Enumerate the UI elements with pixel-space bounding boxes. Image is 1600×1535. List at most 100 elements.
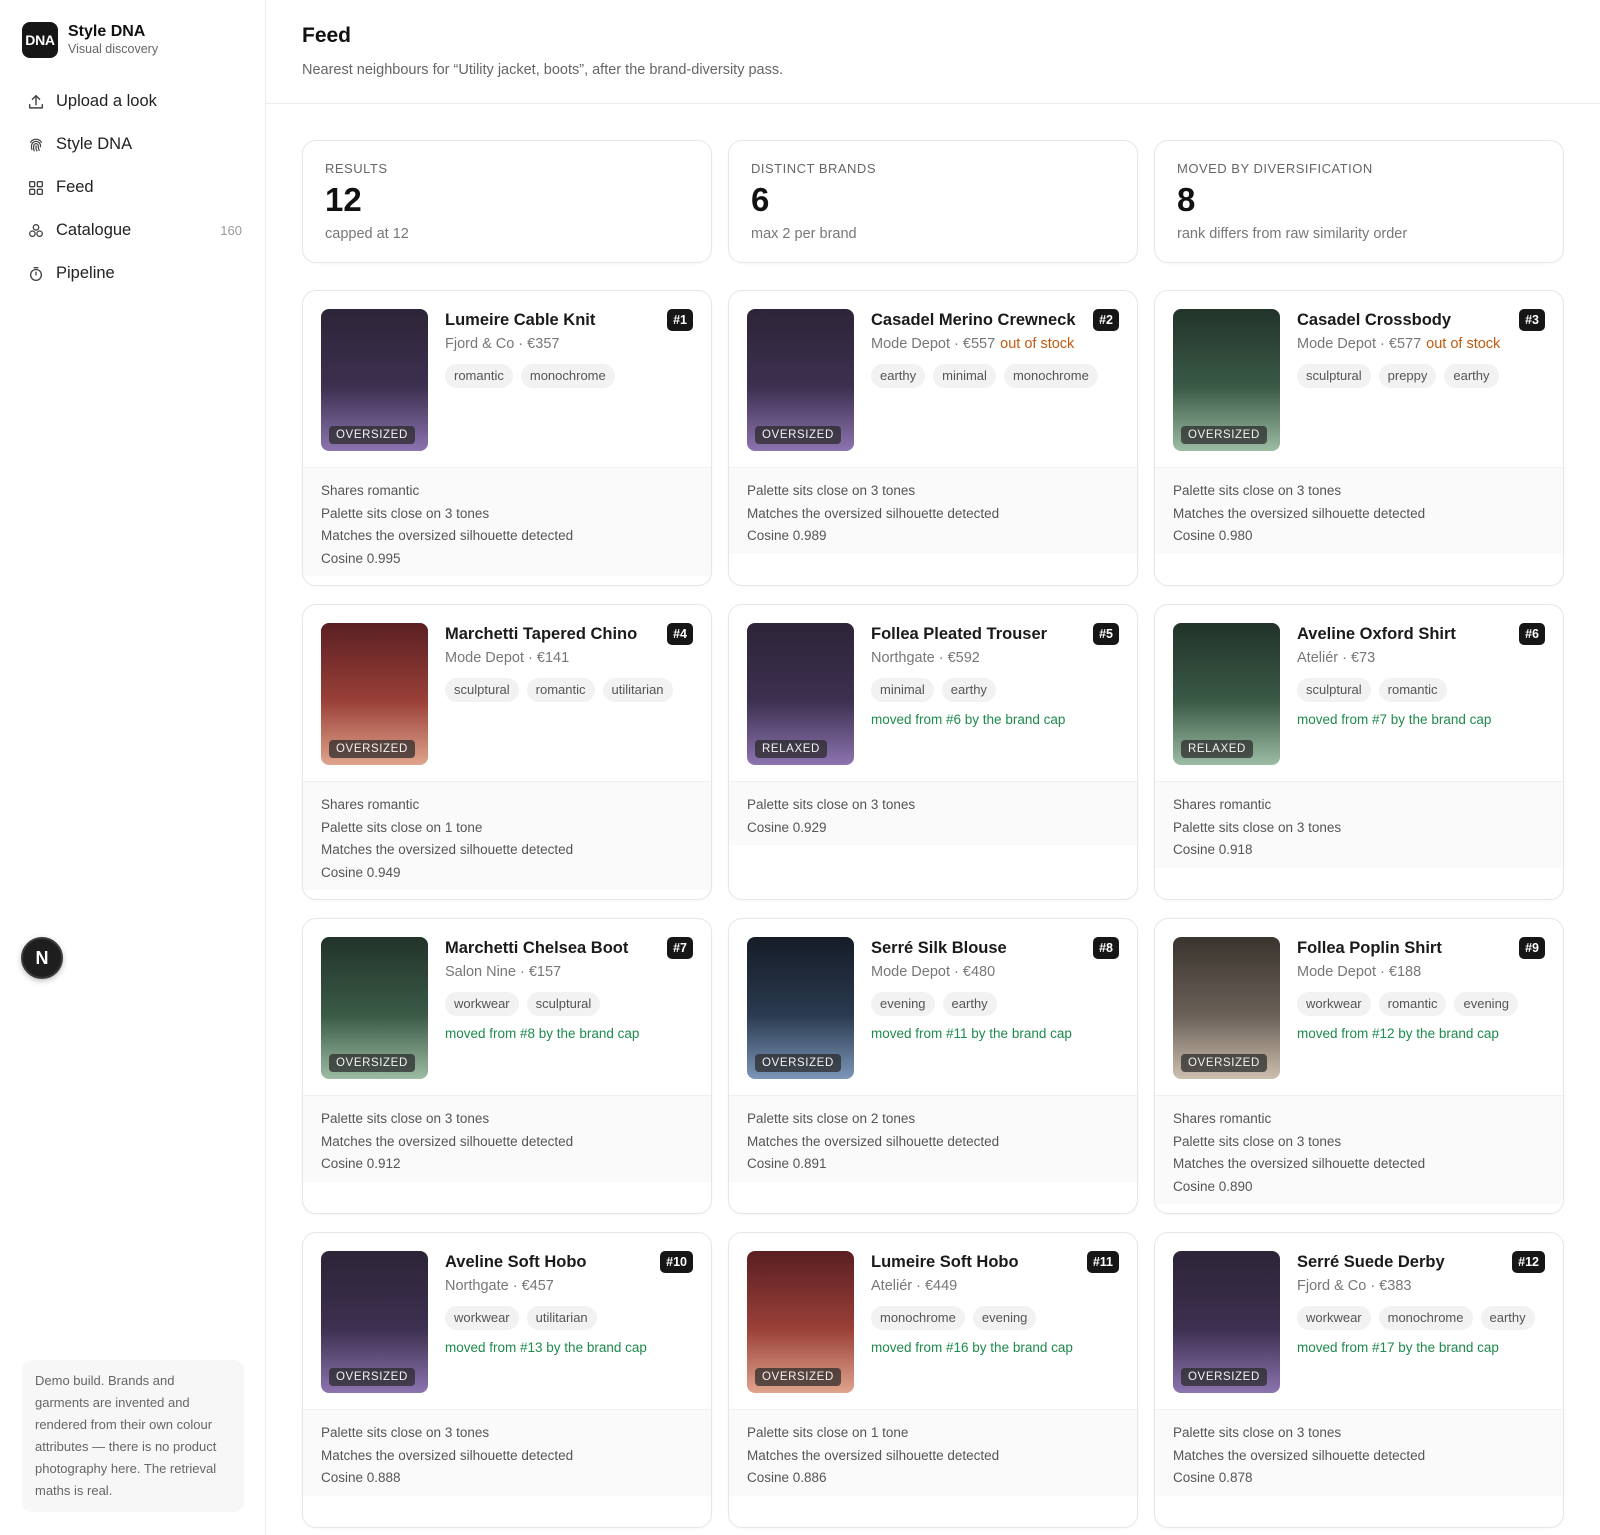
fit-badge: OVERSIZED bbox=[329, 740, 415, 758]
product-meta: Mode Depot · €577 bbox=[1297, 336, 1422, 352]
fit-badge: RELAXED bbox=[755, 740, 827, 758]
match-reason: Shares romantic bbox=[1173, 1111, 1272, 1126]
product-card[interactable]: OVERSIZED Casadel Merino Crewneck #2 Mod… bbox=[728, 290, 1138, 586]
demo-note: Demo build. Brands and garments are inve… bbox=[22, 1360, 244, 1512]
sidebar-item-catalogue[interactable]: Catalogue 160 bbox=[16, 209, 252, 252]
product-title: Casadel Merino Crewneck bbox=[871, 311, 1076, 329]
product-card[interactable]: OVERSIZED Serré Silk Blouse #8 Mode Depo… bbox=[728, 918, 1138, 1214]
style-tag: monochrome bbox=[1378, 1306, 1473, 1330]
match-reason: Palette sits close on 3 tones bbox=[1173, 1425, 1342, 1440]
sidebar-item-label: Style DNA bbox=[56, 135, 133, 153]
match-reason: Palette sits close on 1 tone bbox=[321, 819, 483, 835]
match-reason: Cosine 0.989 bbox=[747, 528, 827, 543]
product-title: Follea Pleated Trouser bbox=[871, 625, 1048, 643]
match-reason: Matches the oversized silhouette detecte… bbox=[321, 528, 574, 543]
stat-note: max 2 per brand bbox=[751, 226, 857, 242]
product-swatch: OVERSIZED bbox=[321, 1251, 428, 1393]
sidebar-item-feed[interactable]: Feed bbox=[16, 166, 252, 209]
style-tag: monochrome bbox=[871, 1306, 965, 1330]
stat-value: 8 bbox=[1177, 181, 1196, 218]
match-reason: Matches the oversized silhouette detecte… bbox=[747, 1447, 1000, 1463]
tag-list: minimal earthy bbox=[871, 678, 1119, 702]
rank-badge: #7 bbox=[667, 937, 693, 959]
product-card[interactable]: OVERSIZED Lumeire Cable Knit #1 Fjord & … bbox=[302, 290, 712, 586]
match-reason: Palette sits close on 2 tones bbox=[747, 1111, 916, 1126]
match-reason: Cosine 0.949 bbox=[321, 864, 401, 880]
product-meta: Ateliér · €449 bbox=[871, 1278, 958, 1294]
match-reason: Cosine 0.918 bbox=[1173, 842, 1253, 857]
style-tag: earthy bbox=[941, 678, 996, 702]
product-swatch: OVERSIZED bbox=[747, 309, 854, 451]
match-reason: Cosine 0.888 bbox=[321, 1470, 401, 1485]
product-card[interactable]: RELAXED Aveline Oxford Shirt #6 Ateliér … bbox=[1154, 604, 1564, 900]
product-swatch: OVERSIZED bbox=[321, 309, 428, 451]
product-card[interactable]: OVERSIZED Follea Poplin Shirt #9 Mode De… bbox=[1154, 918, 1564, 1214]
product-card[interactable]: OVERSIZED Casadel Crossbody #3 Mode Depo… bbox=[1154, 290, 1564, 586]
product-title: Marchetti Chelsea Boot bbox=[445, 939, 629, 957]
fit-badge: OVERSIZED bbox=[755, 1054, 841, 1072]
style-tag: utilitarian bbox=[602, 678, 673, 702]
fit-badge: OVERSIZED bbox=[755, 1368, 841, 1386]
moved-note: moved from #16 by the brand cap bbox=[871, 1340, 1073, 1355]
tag-list: sculptural romantic bbox=[1297, 678, 1545, 702]
product-swatch: RELAXED bbox=[1173, 623, 1280, 765]
stat-value: 6 bbox=[751, 181, 770, 218]
style-tag: workwear bbox=[1297, 1306, 1371, 1330]
stat-label: RESULTS bbox=[325, 161, 388, 176]
timer-icon bbox=[26, 264, 46, 284]
match-reason: Cosine 0.886 bbox=[747, 1470, 827, 1485]
product-title: Casadel Crossbody bbox=[1297, 311, 1452, 329]
style-tag: evening bbox=[972, 1306, 1037, 1330]
stock-status: out of stock bbox=[1426, 336, 1501, 352]
match-reason: Cosine 0.890 bbox=[1173, 1178, 1253, 1194]
match-reason: Palette sits close on 1 tone bbox=[747, 1425, 909, 1440]
brand[interactable]: DNA Style DNA Visual discovery bbox=[22, 22, 158, 58]
product-card[interactable]: OVERSIZED Lumeire Soft Hobo #11 Ateliér … bbox=[728, 1232, 1138, 1528]
sidebar-item-upload[interactable]: Upload a look bbox=[16, 80, 252, 123]
stat-value: 12 bbox=[325, 181, 362, 218]
style-tag: workwear bbox=[445, 992, 519, 1016]
match-reasons: Palette sits close on 3 tones Matches the… bbox=[1155, 468, 1563, 554]
style-tag: romantic bbox=[1378, 992, 1447, 1016]
product-card[interactable]: OVERSIZED Marchetti Tapered Chino #4 Mod… bbox=[302, 604, 712, 900]
match-reason: Matches the oversized silhouette detecte… bbox=[1173, 505, 1426, 521]
page-title: Feed bbox=[302, 24, 352, 47]
product-title: Aveline Soft Hobo bbox=[445, 1253, 587, 1271]
fit-badge: OVERSIZED bbox=[1181, 1368, 1267, 1386]
match-reason: Matches the oversized silhouette detecte… bbox=[321, 1447, 574, 1463]
moved-note: moved from #11 by the brand cap bbox=[871, 1026, 1072, 1041]
assistant-button[interactable]: N bbox=[21, 937, 63, 979]
product-title: Lumeire Soft Hobo bbox=[871, 1253, 1019, 1271]
product-meta: Mode Depot · €557 bbox=[871, 336, 996, 352]
stat-label: MOVED BY DIVERSIFICATION bbox=[1177, 161, 1373, 176]
style-tag: preppy bbox=[1378, 364, 1437, 388]
product-meta: Northgate · €457 bbox=[445, 1278, 554, 1294]
match-reason: Matches the oversized silhouette detecte… bbox=[321, 1133, 574, 1149]
result-grid: OVERSIZED Lumeire Cable Knit #1 Fjord & … bbox=[302, 290, 1564, 1528]
fit-badge: RELAXED bbox=[1181, 740, 1253, 758]
stat-distinct-brands: DISTINCT BRANDS 6 max 2 per brand bbox=[728, 140, 1138, 263]
product-card[interactable]: OVERSIZED Marchetti Chelsea Boot #7 Salo… bbox=[302, 918, 712, 1214]
style-tag: workwear bbox=[1297, 992, 1371, 1016]
product-card[interactable]: RELAXED Follea Pleated Trouser #5 Northg… bbox=[728, 604, 1138, 900]
tag-list: workwear monochrome earthy bbox=[1297, 1306, 1545, 1330]
sidebar-item-style-dna[interactable]: Style DNA bbox=[16, 123, 252, 166]
style-tag: earthy bbox=[1480, 1306, 1535, 1330]
rank-badge: #11 bbox=[1086, 1251, 1119, 1273]
sidebar-item-label: Pipeline bbox=[56, 264, 115, 282]
moved-note: moved from #13 by the brand cap bbox=[445, 1340, 647, 1355]
product-card[interactable]: OVERSIZED Serré Suede Derby #12 Fjord & … bbox=[1154, 1232, 1564, 1528]
match-reason: Matches the oversized silhouette detecte… bbox=[1173, 1156, 1426, 1171]
tag-list: romantic monochrome bbox=[445, 364, 693, 388]
rank-badge: #3 bbox=[1519, 309, 1545, 331]
match-reason: Palette sits close on 3 tones bbox=[747, 483, 916, 498]
match-reason: Cosine 0.929 bbox=[747, 819, 827, 835]
sidebar-item-pipeline[interactable]: Pipeline bbox=[16, 252, 252, 295]
page-subtitle: Nearest neighbours for “Utility jacket, … bbox=[302, 62, 784, 78]
style-tag: romantic bbox=[1378, 678, 1447, 702]
match-reason: Palette sits close on 3 tones bbox=[1173, 819, 1342, 835]
match-reason: Shares romantic bbox=[321, 797, 420, 812]
product-card[interactable]: OVERSIZED Aveline Soft Hobo #10 Northgat… bbox=[302, 1232, 712, 1528]
product-title: Aveline Oxford Shirt bbox=[1297, 625, 1456, 643]
style-tag: evening bbox=[1454, 992, 1519, 1016]
